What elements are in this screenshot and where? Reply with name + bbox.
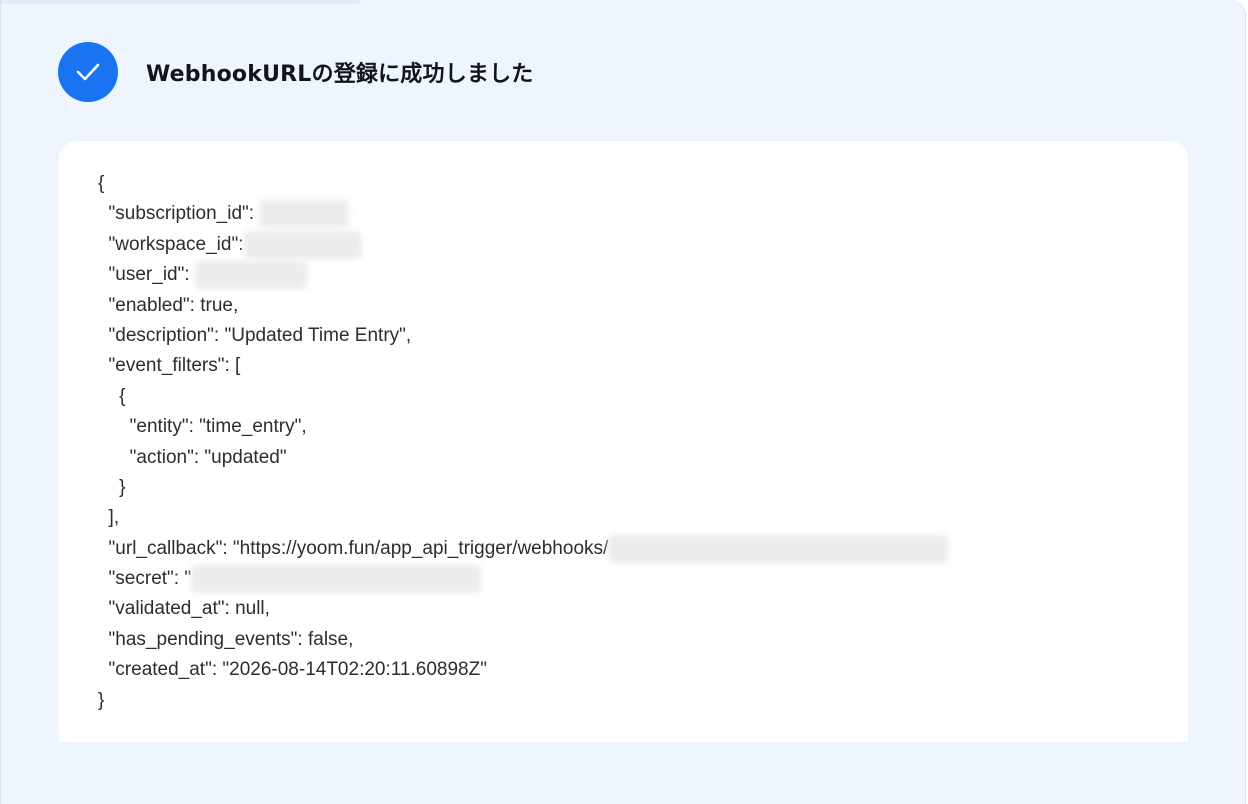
success-header: WebhookURLの登録に成功しました xyxy=(58,42,534,102)
json-line: { xyxy=(98,173,105,194)
success-title: WebhookURLの登録に成功しました xyxy=(146,62,534,87)
json-line: } xyxy=(98,689,105,711)
tab-remnant xyxy=(1,0,361,4)
redacted-value xyxy=(191,565,482,594)
json-line: "entity": "time_entry", xyxy=(98,416,307,438)
json-line: "validated_at": null, xyxy=(98,598,270,620)
result-panel: WebhookURLの登録に成功しました { "subscription_id"… xyxy=(0,0,1246,804)
json-line: "created_at": "2026-08-14T02:20:11.60898… xyxy=(98,659,487,681)
json-response-card: { "subscription_id": "workspace_id": "us… xyxy=(59,141,1188,742)
json-line: "workspace_id": xyxy=(98,230,948,260)
json-line: ], xyxy=(98,507,120,529)
json-line: "description": "Updated Time Entry", xyxy=(98,324,412,346)
json-line: "url_callback": "https://yoom.fun/app_ap… xyxy=(98,534,949,564)
json-line: "enabled": true, xyxy=(98,294,239,316)
json-line: "has_pending_events": false, xyxy=(98,628,354,650)
check-icon xyxy=(58,42,118,102)
redacted-value xyxy=(608,534,949,563)
json-line: "event_filters": [ xyxy=(98,355,241,377)
json-line: "user_id": xyxy=(98,260,948,290)
redacted-value xyxy=(194,261,307,290)
redacted-value xyxy=(243,230,362,259)
json-line: { xyxy=(98,385,126,407)
json-line: } xyxy=(98,476,126,498)
redacted-value xyxy=(259,200,350,229)
json-line: "secret": " xyxy=(98,564,948,594)
json-response: { "subscription_id": "workspace_id": "us… xyxy=(98,169,949,716)
json-line: "action": "updated" xyxy=(98,446,287,468)
json-line: "subscription_id": xyxy=(98,199,948,229)
